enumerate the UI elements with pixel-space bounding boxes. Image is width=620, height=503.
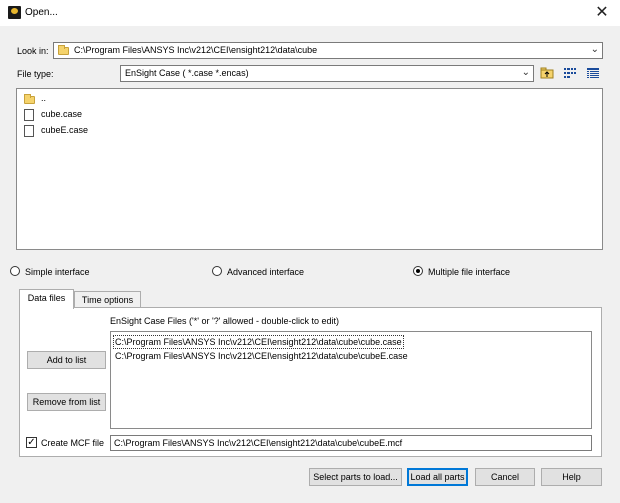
multiple-file-interface-label: Multiple file interface bbox=[428, 267, 511, 277]
create-mcf-checkbox[interactable]: ✓ bbox=[26, 437, 37, 448]
mcf-path-field[interactable]: C:\Program Files\ANSYS Inc\v212\CEI\ensi… bbox=[110, 435, 592, 451]
list-item[interactable]: C:\Program Files\ANSYS Inc\v212\CEI\ensi… bbox=[114, 350, 409, 362]
mcf-path-value: C:\Program Files\ANSYS Inc\v212\CEI\ensi… bbox=[114, 438, 403, 448]
help-button[interactable]: Help bbox=[541, 468, 602, 486]
look-in-combo[interactable]: C:\Program Files\ANSYS Inc\v212\CEI\ensi… bbox=[53, 42, 603, 59]
folder-icon bbox=[24, 94, 35, 104]
look-in-label: Look in: bbox=[17, 46, 49, 56]
tab-data-files[interactable]: Data files bbox=[19, 289, 74, 309]
detail-view-icon[interactable] bbox=[586, 67, 600, 79]
folder-icon bbox=[58, 45, 69, 55]
simple-interface-radio[interactable] bbox=[10, 266, 20, 276]
case-files-label: EnSight Case Files ('*' or '?' allowed -… bbox=[110, 316, 339, 326]
list-item[interactable]: C:\Program Files\ANSYS Inc\v212\CEI\ensi… bbox=[113, 335, 404, 349]
file-icon bbox=[24, 125, 34, 137]
add-to-list-button[interactable]: Add to list bbox=[27, 351, 106, 369]
file-list[interactable]: .. cube.case cubeE.case bbox=[16, 88, 603, 250]
window-title: Open... bbox=[25, 7, 58, 18]
title-bar: Open... ✕ bbox=[0, 0, 620, 26]
remove-from-list-button[interactable]: Remove from list bbox=[27, 393, 106, 411]
file-type-value: EnSight Case ( *.case *.encas) bbox=[125, 68, 249, 78]
create-mcf-label: Create MCF file bbox=[41, 438, 105, 448]
chevron-down-icon: ⌄ bbox=[521, 67, 530, 78]
file-type-label: File type: bbox=[17, 69, 54, 79]
list-item-name: cube.case bbox=[41, 109, 83, 119]
file-icon bbox=[24, 109, 34, 121]
list-view-icon[interactable] bbox=[563, 67, 577, 79]
select-parts-button[interactable]: Select parts to load... bbox=[309, 468, 402, 486]
list-item-name: cubeE.case bbox=[41, 125, 89, 135]
cancel-button[interactable]: Cancel bbox=[475, 468, 535, 486]
chevron-down-icon: ⌄ bbox=[590, 44, 599, 55]
advanced-interface-label: Advanced interface bbox=[227, 267, 305, 277]
up-folder-icon[interactable] bbox=[540, 67, 554, 79]
look-in-value: C:\Program Files\ANSYS Inc\v212\CEI\ensi… bbox=[74, 45, 318, 55]
load-all-parts-button[interactable]: Load all parts bbox=[407, 468, 468, 486]
file-type-combo[interactable]: EnSight Case ( *.case *.encas) ⌄ bbox=[120, 65, 534, 82]
advanced-interface-radio[interactable] bbox=[212, 266, 222, 276]
simple-interface-label: Simple interface bbox=[25, 267, 90, 277]
case-files-list[interactable]: C:\Program Files\ANSYS Inc\v212\CEI\ensi… bbox=[110, 331, 592, 429]
list-item-name: .. bbox=[41, 93, 47, 103]
close-icon[interactable]: ✕ bbox=[592, 3, 612, 23]
multiple-file-interface-radio[interactable] bbox=[413, 266, 423, 276]
app-icon bbox=[8, 6, 21, 19]
